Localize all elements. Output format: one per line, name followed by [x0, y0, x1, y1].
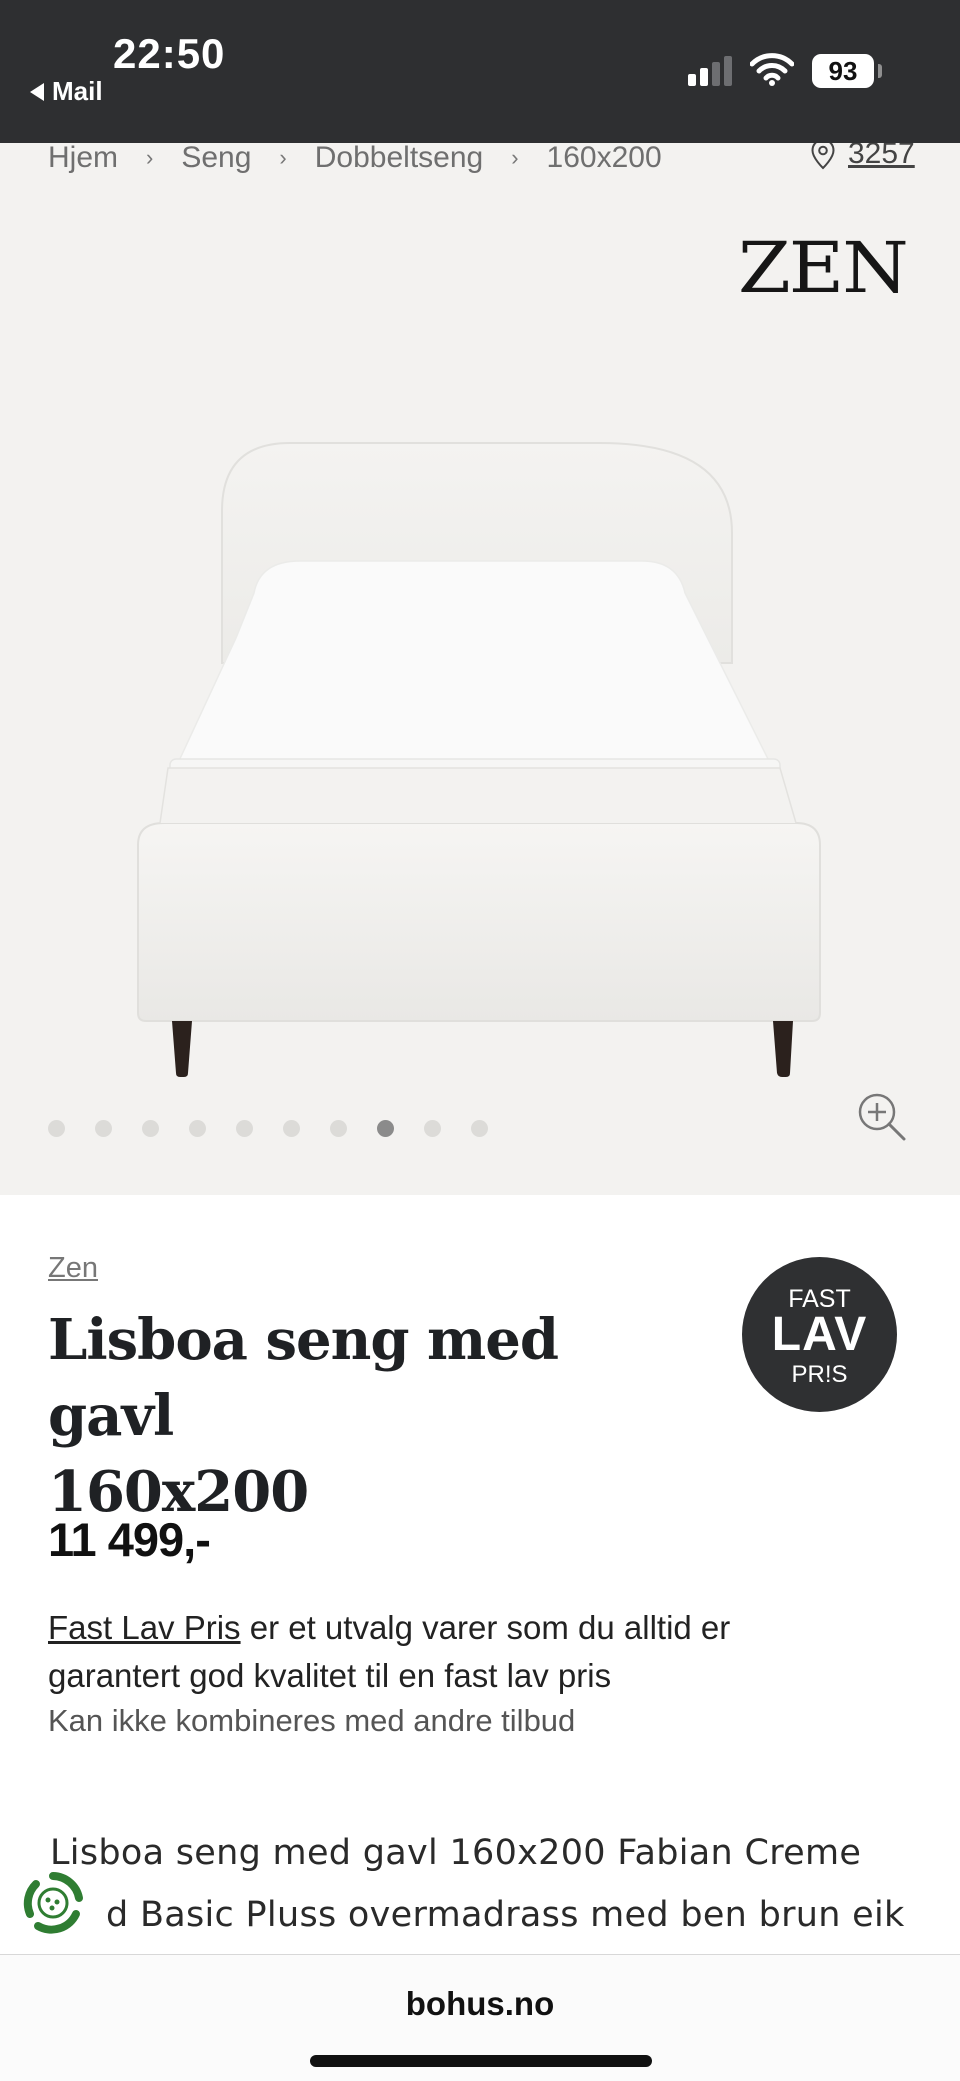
- promo-note: Kan ikke kombineres med andre tilbud: [48, 1703, 576, 1738]
- breadcrumb-size[interactable]: 160x200: [547, 143, 662, 175]
- gallery-dot[interactable]: [283, 1120, 300, 1137]
- store-selector[interactable]: 3257: [810, 143, 915, 171]
- brand-logo: ZEN: [738, 226, 909, 309]
- gallery-dot[interactable]: [189, 1120, 206, 1137]
- gallery-dot[interactable]: [95, 1120, 112, 1137]
- back-arrow-icon: [30, 82, 44, 101]
- zoom-in-icon[interactable]: [856, 1091, 908, 1143]
- breadcrumb-home[interactable]: Hjem: [48, 143, 118, 175]
- gallery-dot[interactable]: [424, 1120, 441, 1137]
- status-bar: 22:50 Mail 93: [0, 0, 960, 143]
- product-title-line1: Lisboa seng med gavl: [48, 1307, 559, 1449]
- back-to-mail[interactable]: Mail: [30, 76, 103, 107]
- breadcrumb-dobbeltseng[interactable]: Dobbeltseng: [315, 143, 483, 175]
- cellular-signal-icon: [688, 56, 732, 86]
- badge-line2: LAV: [771, 1308, 868, 1361]
- breadcrumb-separator: ›: [146, 145, 154, 170]
- location-pin-icon: [811, 143, 835, 170]
- store-number[interactable]: 3257: [848, 143, 915, 171]
- site-domain[interactable]: bohus.no: [0, 1985, 960, 2023]
- breadcrumb-separator: ›: [511, 145, 519, 170]
- status-time: 22:50: [113, 30, 226, 77]
- gallery-dot[interactable]: [330, 1120, 347, 1137]
- product-image[interactable]: [130, 393, 830, 1093]
- fast-lav-pris-badge: FAST LAV PR!S: [742, 1257, 897, 1412]
- product-price: 11 499,-: [48, 1513, 211, 1566]
- home-indicator[interactable]: [310, 2055, 652, 2067]
- promo-text: Fast Lav Pris er et utvalg varer som du …: [48, 1604, 868, 1700]
- gallery-dot[interactable]: [471, 1120, 488, 1137]
- gallery-dot[interactable]: [48, 1120, 65, 1137]
- breadcrumb: Hjem › Seng › Dobbeltseng › 160x200: [48, 143, 662, 175]
- wifi-icon: [749, 52, 795, 90]
- brand-link[interactable]: Zen: [48, 1252, 98, 1285]
- product-gallery[interactable]: Hjem › Seng › Dobbeltseng › 160x200 3257…: [0, 143, 960, 1195]
- badge-line3: PR!S: [791, 1361, 848, 1388]
- browser-address-bar[interactable]: bohus.no: [0, 1954, 960, 2081]
- product-title: Lisboa seng med gavl 160x200: [48, 1302, 688, 1530]
- description-line2: d Basic Pluss overmadrass med ben brun e…: [106, 1895, 905, 1935]
- gallery-dot-active[interactable]: [377, 1120, 394, 1137]
- product-description: Lisboa seng med gavl 160x200 Fabian Crem…: [50, 1822, 910, 1946]
- fast-lav-pris-link[interactable]: Fast Lav Pris: [48, 1609, 241, 1646]
- breadcrumb-seng[interactable]: Seng: [181, 143, 251, 175]
- breadcrumb-separator: ›: [279, 145, 287, 170]
- sustainability-icon[interactable]: [18, 1868, 88, 1938]
- gallery-dot[interactable]: [236, 1120, 253, 1137]
- battery-icon: 93: [812, 54, 874, 88]
- battery-tip: [878, 64, 882, 78]
- promo-text-2: garantert god kvalitet til en fast lav p…: [48, 1657, 612, 1694]
- gallery-dot[interactable]: [142, 1120, 159, 1137]
- description-line1: Lisboa seng med gavl 160x200 Fabian Crem…: [50, 1833, 862, 1873]
- gallery-pagination[interactable]: [48, 1120, 488, 1137]
- back-label: Mail: [52, 76, 103, 106]
- promo-text-1: er et utvalg varer som du alltid er: [240, 1609, 731, 1646]
